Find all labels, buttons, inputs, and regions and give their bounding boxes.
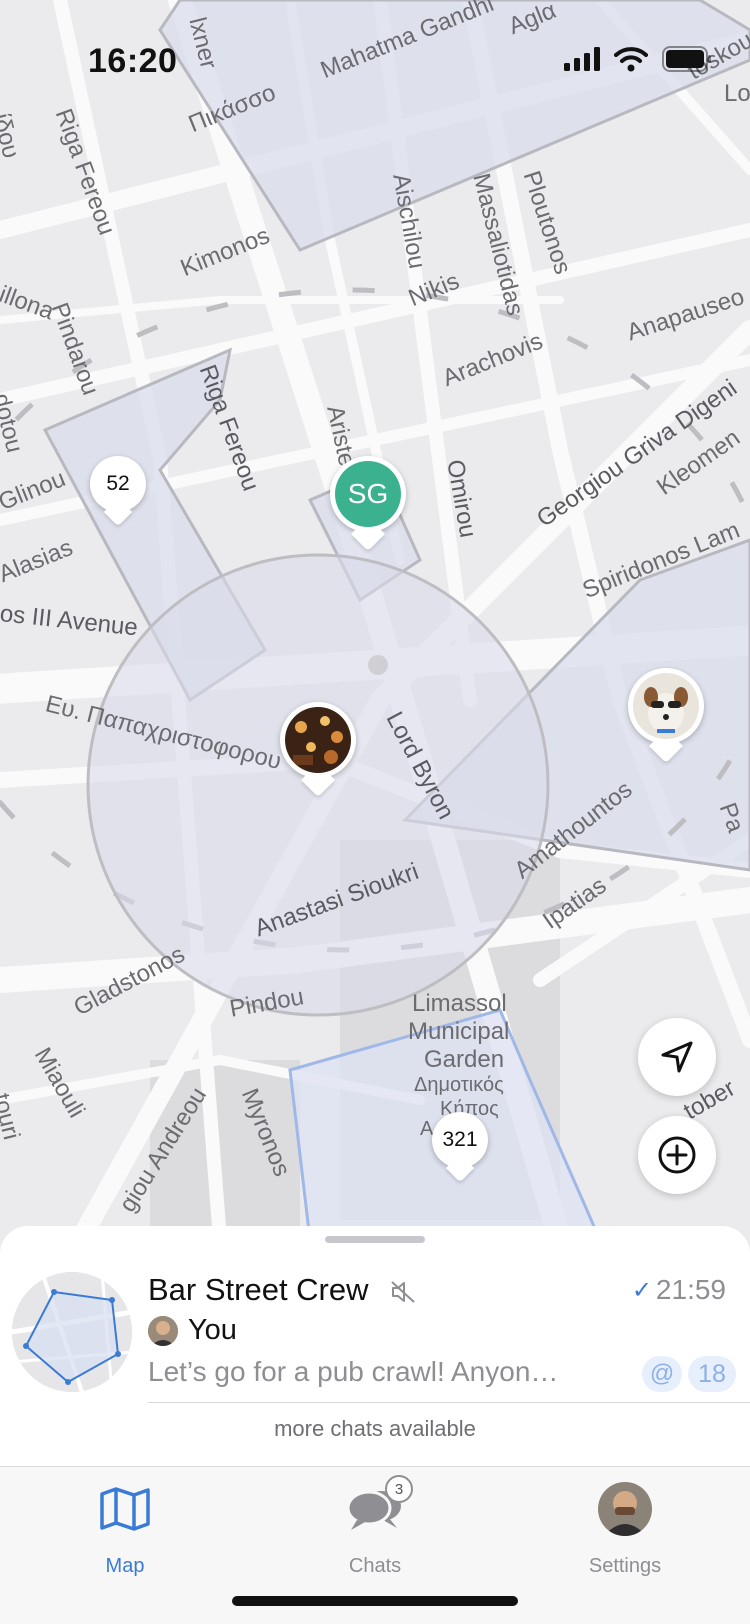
- tab-label: Chats: [348, 1555, 402, 1577]
- chat-time: 21:59: [655, 1274, 726, 1305]
- chat-title[interactable]: Bar Street Crew: [148, 1272, 369, 1308]
- cluster-pin[interactable]: 321: [432, 1112, 488, 1183]
- park-label: Δημοτικός: [414, 1074, 504, 1096]
- park-label: Municipal: [408, 1018, 510, 1045]
- locate-me-button[interactable]: [638, 1018, 716, 1096]
- map-view[interactable]: Mahatma Gandhi Πικάσσο Riga Fereou Kimon…: [0, 0, 750, 1240]
- park-label: Garden: [424, 1046, 505, 1073]
- tab-label: Map: [105, 1555, 145, 1577]
- tab-chats[interactable]: 3 Chats: [250, 1467, 500, 1587]
- read-check-icon: ✓: [631, 1276, 652, 1304]
- dog-avatar-icon: [633, 673, 699, 739]
- cellular-signal-icon: [564, 47, 600, 71]
- user-initials-avatar: SG: [335, 461, 401, 527]
- user-pin-sg[interactable]: SG: [330, 456, 406, 551]
- bar-photo-icon: [285, 707, 351, 773]
- more-chats-link[interactable]: more chats available: [0, 1416, 750, 1442]
- sheet-drag-handle[interactable]: [325, 1236, 425, 1243]
- muted-speaker-icon: [391, 1281, 415, 1303]
- cluster-count: 321: [442, 1128, 478, 1151]
- battery-icon: [662, 46, 711, 72]
- profile-avatar-icon: [598, 1482, 652, 1536]
- chat-zone-thumbnail[interactable]: [12, 1272, 132, 1392]
- park-label: Limassol: [412, 990, 507, 1017]
- last-message-sender: You: [188, 1314, 237, 1346]
- tab-settings[interactable]: Settings: [500, 1467, 750, 1587]
- add-button[interactable]: [638, 1116, 716, 1194]
- wifi-icon: [614, 47, 648, 72]
- mention-badge: @: [642, 1356, 682, 1392]
- map-icon: [100, 1487, 150, 1531]
- tab-map[interactable]: Map: [0, 1467, 250, 1587]
- chat-sheet[interactable]: Bar Street Crew ✓ 21:59 You Let’s go for…: [0, 1226, 750, 1466]
- navigation-arrow-icon: [661, 1041, 693, 1073]
- cluster-pin[interactable]: 52: [90, 456, 146, 527]
- tab-label: Settings: [588, 1555, 662, 1577]
- status-time: 16:20: [88, 42, 178, 80]
- chats-badge: 3: [385, 1475, 413, 1503]
- last-message-preview: Let’s go for a pub crawl! Anyon…: [148, 1356, 559, 1387]
- home-indicator[interactable]: [232, 1596, 518, 1606]
- divider: [148, 1402, 750, 1403]
- unread-count-badge: 18: [688, 1356, 736, 1392]
- status-bar: 16:20: [0, 0, 750, 120]
- plus-circle-icon: [658, 1136, 696, 1174]
- place-pin-bar[interactable]: [280, 702, 356, 797]
- user-pin-dog[interactable]: [628, 668, 704, 763]
- sender-avatar: [148, 1316, 178, 1346]
- cluster-count: 52: [106, 472, 130, 495]
